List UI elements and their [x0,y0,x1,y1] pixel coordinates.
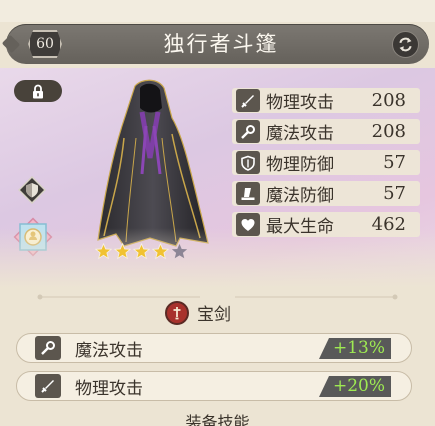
stat-row-magic-defense: 魔法防御 57 [232,181,420,206]
top-strip [0,0,435,22]
stat-value: 57 [383,183,406,204]
star-filled-icon [95,243,112,260]
treasure-sword-icon [165,300,189,325]
bonus-label: 魔法攻击 [75,340,143,361]
rarity-stars [95,243,188,260]
star-filled-icon [152,243,169,260]
magic-wand-icon [35,336,61,360]
stat-value: 208 [371,121,406,142]
sword-icon [35,374,61,398]
shield-icon [236,151,260,174]
equipment-preview: 物理攻击 208 魔法攻击 208 物理防御 57 魔法防御 57 最大生命 4… [0,68,435,288]
star-filled-icon [133,243,150,260]
stat-value: 462 [371,214,406,235]
bonus-value: +20% [319,376,391,397]
stat-row-physical-defense: 物理防御 57 [232,150,420,175]
bonus-row-magic-attack: 魔法攻击 +13% [16,333,412,363]
lock-button[interactable] [14,80,62,102]
stat-row-magic-attack: 魔法攻击 208 [232,119,420,144]
stat-label: 魔法攻击 [266,124,334,144]
bonus-label: 物理攻击 [75,378,143,399]
bonus-value: +13% [319,338,391,359]
bonus-row-physical-attack: 物理攻击 +20% [16,371,412,401]
equipment-title: 独行者斗篷 [163,32,279,56]
stat-row-max-hp: 最大生命 462 [232,212,420,237]
equipment-skill-heading: 装备技能 [185,413,250,426]
star-filled-icon [114,243,131,260]
magic-wand-icon [236,120,260,143]
stat-label: 物理攻击 [266,93,334,113]
swap-icon [399,37,412,52]
faction-emblem-icon [13,217,53,257]
wizard-hat-icon [236,182,260,205]
level-badge: 60 [28,30,62,58]
stat-row-physical-attack: 物理攻击 208 [232,88,420,113]
lock-icon [33,84,43,98]
stat-label: 最大生命 [266,217,334,237]
cloak-item-image [97,79,209,247]
equipment-header: 60 独行者斗篷 [6,24,429,64]
level-value: 60 [36,36,54,52]
stat-label: 物理防御 [266,155,334,175]
stat-value: 208 [371,90,406,111]
stat-list: 物理攻击 208 魔法攻击 208 物理防御 57 魔法防御 57 最大生命 4… [232,88,420,243]
stat-value: 57 [383,152,406,173]
treasure-label: 宝剑 [197,305,231,325]
star-empty-icon [171,243,188,259]
heart-icon [236,213,260,236]
treasure-type: 宝剑 [165,300,231,325]
stat-label: 魔法防御 [266,186,334,206]
shield-icon[interactable] [18,176,46,204]
sword-icon [236,89,260,112]
swap-button[interactable] [392,31,419,58]
